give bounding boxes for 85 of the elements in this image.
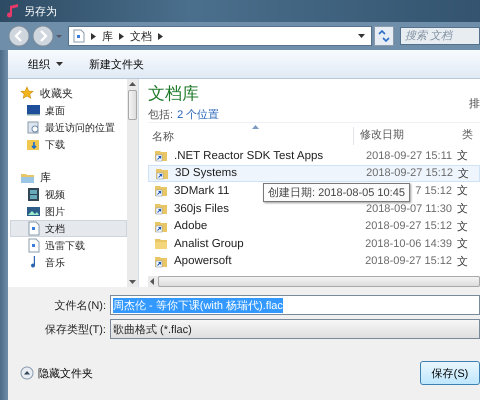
sidebar-group[interactable]: 库 <box>8 169 127 186</box>
monitor-icon <box>26 103 41 118</box>
type-cell-text: 文 <box>456 220 469 234</box>
folder-icon <box>154 236 169 252</box>
refresh-icon[interactable] <box>374 26 394 46</box>
forward-button-icon[interactable] <box>32 25 54 47</box>
address-bar[interactable]: 库 文档 <box>68 26 372 46</box>
file-row[interactable]: 3D Systems 2018-09-27 15:12 文 <box>148 164 480 182</box>
tooltip: 创建日期: 2018-08-05 10:45 <box>263 183 410 202</box>
file-row[interactable]: Adobe 2018-09-27 15:12 文 <box>148 217 480 235</box>
file-row[interactable]: Apowersoft 2018-09-27 15:12 文 <box>148 252 480 270</box>
chevron-icon[interactable] <box>119 32 124 40</box>
chevron-icon[interactable] <box>91 32 96 40</box>
type-cell-text: 文 <box>456 202 469 216</box>
sidebar-item[interactable]: 下载 <box>8 136 127 153</box>
scrollbar[interactable] <box>127 79 138 287</box>
scroll-up-icon[interactable] <box>129 82 136 86</box>
file-row[interactable]: 360js Files 2018-09-07 11:30 文 <box>148 200 480 218</box>
sidebar-item[interactable]: 桌面 <box>8 102 127 119</box>
document-icon <box>26 238 41 253</box>
type-cell-text: 文 <box>456 148 469 164</box>
date-cell: 2018-10-06 14:39 <box>365 238 452 250</box>
file-row[interactable]: .NET Reactor SDK Test Apps 2018-09-27 15:11 文 <box>148 147 480 165</box>
folder-shortcut-icon <box>154 183 169 198</box>
date-cell: 2018-09-27 15:12 <box>365 255 452 268</box>
download-folder-icon <box>26 137 41 152</box>
library-title: 文档库 <box>148 83 200 105</box>
star-icon <box>20 86 35 101</box>
toolbar-button[interactable]: 组织 <box>22 54 69 74</box>
music-note-icon <box>6 3 20 19</box>
type-cell-text: 文 <box>456 236 469 252</box>
document-icon <box>26 221 41 236</box>
file-type-dropdown[interactable]: 歌曲格式 (*.flac) <box>110 319 480 339</box>
dropdown-caret-icon[interactable] <box>358 34 365 38</box>
scroll-left-icon[interactable] <box>150 278 154 285</box>
scroll-down-icon[interactable] <box>129 280 136 284</box>
field-label: 文件名(N): <box>54 298 106 312</box>
column-header[interactable]: 类 <box>457 127 480 145</box>
file-name[interactable]: 3DMark 11 <box>174 184 230 197</box>
column-label: 名称 <box>152 130 174 144</box>
document-icon <box>73 29 85 43</box>
film-icon <box>26 187 41 202</box>
type-cell-text: 文 <box>456 254 469 269</box>
date-cell: 2018-09-27 15:11 <box>366 150 452 162</box>
includes-label: 包括: <box>148 108 174 122</box>
file-name[interactable]: 360js Files <box>174 202 229 215</box>
file-row[interactable]: Analist Group 2018-10-06 14:39 文 <box>148 234 480 253</box>
breadcrumb[interactable]: 库 <box>102 28 113 44</box>
sidebar-item[interactable]: 最近访问的位置 <box>8 119 127 136</box>
file-name[interactable]: Adobe <box>174 220 208 232</box>
search-field[interactable]: 搜索 文档 <box>400 27 480 45</box>
locations-link[interactable]: 2 个位置 <box>177 107 220 122</box>
window-title: 另存为 <box>24 4 57 18</box>
file-row[interactable]: 3DMark 11 创建日期: 2018-08-05 10:45 7 15:12 文 <box>148 182 480 200</box>
recent-places-icon <box>26 120 41 135</box>
scroll-thumb[interactable] <box>128 90 137 120</box>
sidebar-group[interactable]: 收藏夹 <box>8 85 127 102</box>
date-cell: 7 15:12 <box>415 184 452 197</box>
column-header[interactable]: 修改日期 <box>353 127 457 145</box>
arrange-label[interactable]: 排 <box>469 96 480 122</box>
date-cell: 2018-09-27 15:12 <box>365 220 452 232</box>
file-name[interactable]: .NET Reactor SDK Test Apps <box>174 150 324 162</box>
folder-shortcut-icon <box>154 201 169 216</box>
sidebar-item[interactable]: 音乐 <box>8 254 127 271</box>
picture-icon <box>26 204 41 219</box>
file-name[interactable]: Apowersoft <box>174 255 232 268</box>
toolbar-button[interactable]: 新建文件夹 <box>83 54 150 74</box>
sidebar-item[interactable]: 图片 <box>8 203 127 220</box>
file-name[interactable]: 3D Systems <box>175 167 237 180</box>
sidebar-item[interactable]: 文档 <box>10 220 127 237</box>
sidebar-item[interactable]: 迅雷下载 <box>8 237 127 254</box>
field-label: 保存类型(T): <box>44 322 106 336</box>
folder-shortcut-icon <box>154 148 169 164</box>
sort-caret-icon <box>252 125 259 129</box>
back-button-icon[interactable] <box>8 25 30 47</box>
chevron-icon[interactable] <box>158 32 163 40</box>
date-cell: 2018-09-07 11:30 <box>366 202 452 215</box>
sidebar-item[interactable]: 视频 <box>8 186 127 203</box>
date-cell: 2018-09-27 15:12 <box>366 167 453 180</box>
type-cell-text: 文 <box>457 166 470 181</box>
type-cell-text: 文 <box>456 184 469 198</box>
save-button[interactable]: 保存(S) <box>420 361 480 385</box>
hide-folders-button[interactable]: 隐藏文件夹 <box>14 364 99 382</box>
breadcrumb[interactable]: 文档 <box>130 28 152 44</box>
file-name[interactable]: Analist Group <box>174 238 244 250</box>
